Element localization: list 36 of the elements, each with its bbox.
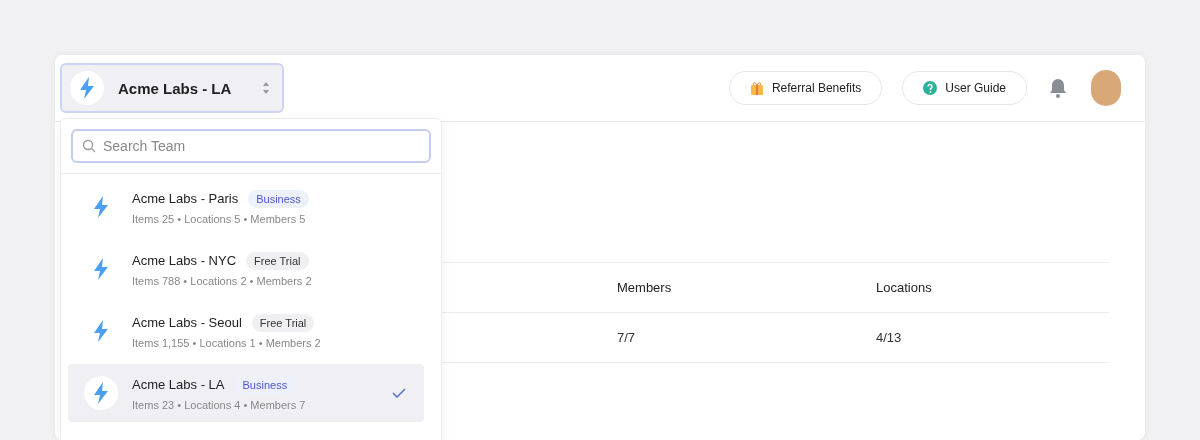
team-name: Acme Labs - Paris xyxy=(132,191,239,206)
search-icon xyxy=(82,139,96,153)
plan-badge: Free Trial xyxy=(251,313,315,332)
team-stats: Items 25 • Locations 5 • Members 5 xyxy=(132,212,307,225)
check-icon xyxy=(392,388,406,398)
help-icon xyxy=(923,81,938,95)
column-header: Locations xyxy=(876,280,933,295)
bell-icon[interactable] xyxy=(1049,78,1067,98)
table-cell-text: 7/7 xyxy=(617,330,637,345)
column-header: Members xyxy=(617,280,673,295)
referral-button[interactable]: Referral Benefits xyxy=(728,71,883,105)
lightning-icon xyxy=(93,320,109,342)
plan-badge: Business xyxy=(248,189,309,208)
team-item[interactable]: Acme Labs - Seoul Free Trial Items 1,155 • Locations 1 • Members 2 xyxy=(68,302,424,360)
team-name: Acme Labs - NYC xyxy=(132,253,237,268)
lightning-icon xyxy=(79,77,95,99)
team-item[interactable]: Acme Labs - LA Business Items 23 • Locations 4 • Members 7 xyxy=(68,364,424,422)
gift-icon xyxy=(749,81,764,95)
table-cell-text: 4/13 xyxy=(876,330,903,345)
team-name: Acme Labs - LA xyxy=(132,377,225,392)
guide-button[interactable]: User Guide xyxy=(902,71,1027,105)
lightning-icon xyxy=(93,382,109,404)
team-item[interactable]: Acme Labs - Paris Business Items 25 • Locations 5 • Members 5 xyxy=(68,178,424,236)
team-item[interactable]: Acme Labs - NYC Free Trial Items 788 • Locations 2 • Members 2 xyxy=(68,240,424,298)
lightning-icon xyxy=(93,258,109,280)
team-name: Acme Labs - Seoul xyxy=(132,315,242,330)
sort-caret-icon xyxy=(262,81,270,95)
plan-badge: Free Trial xyxy=(246,251,309,270)
avatar[interactable] xyxy=(1091,70,1121,106)
team-stats: Items 788 • Locations 2 • Members 2 xyxy=(132,274,313,287)
team-switcher[interactable]: Acme Labs - LA xyxy=(60,63,284,113)
plan-badge: Business xyxy=(234,375,296,394)
team-stats: Items 1,155 • Locations 1 • Members 2 xyxy=(132,336,322,349)
search-field[interactable]: Search Team xyxy=(71,129,431,163)
team-stats: Items 23 • Locations 4 • Members 7 xyxy=(132,398,307,411)
lightning-icon xyxy=(93,196,109,218)
